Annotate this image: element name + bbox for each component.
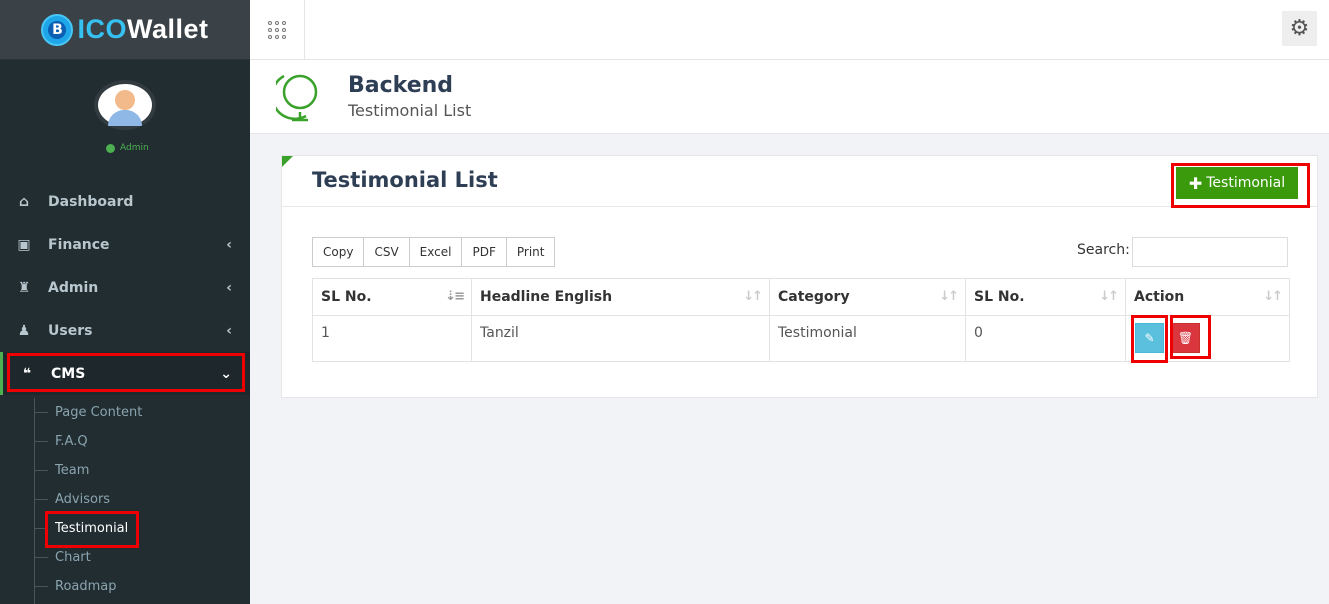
cell-category: Testimonial (769, 315, 966, 362)
plus-icon: ✚ (1188, 173, 1203, 193)
column-header-label: SL No. (321, 289, 372, 305)
column-header-sl-no[interactable]: SL No. ↓↑ (965, 278, 1126, 316)
excel-button[interactable]: Excel (408, 237, 463, 267)
sort-icon: ↓↑ (1099, 289, 1119, 304)
submenu-item-advisors[interactable]: Advisors (0, 485, 250, 514)
avatar-frame (94, 80, 156, 130)
sort-icon: ↓↑ (1263, 289, 1283, 304)
home-icon: ⌂ (18, 193, 30, 210)
pdf-button[interactable]: PDF (461, 237, 507, 267)
page-header: Backend Testimonial List (250, 60, 1329, 134)
column-header-headline[interactable]: Headline English ↓↑ (471, 278, 770, 316)
avatar-head (115, 90, 135, 110)
page-subtitle: Testimonial List (348, 101, 472, 120)
submenu-item-page-content[interactable]: Page Content (0, 398, 250, 427)
user-role: Admin (120, 143, 149, 153)
sidebar-item-admin[interactable]: ♜ Admin ‹ (0, 266, 250, 309)
money-icon: ▣ (17, 236, 31, 253)
chevron-left-icon: ‹ (226, 279, 232, 296)
sort-icon: ↓↑ (743, 289, 763, 304)
column-header-sl[interactable]: SL No. ⇣≡ (312, 278, 472, 316)
avatar-body (108, 110, 142, 126)
sidebar-item-label: Dashboard (48, 193, 134, 210)
bitcoin-logo-icon: B (41, 13, 74, 46)
sidebar-item-finance[interactable]: ▣ Finance ‹ (0, 223, 250, 266)
testimonial-panel: Testimonial List ✚ Testimonial Copy CSV … (281, 155, 1318, 398)
sort-asc-icon: ⇣≡ (445, 289, 465, 304)
add-button-label: Testimonial (1206, 175, 1286, 191)
brand-name-wallet: Wallet (127, 14, 209, 44)
cell-sl-no: 0 (965, 315, 1126, 362)
column-header-action[interactable]: Action ↓↑ (1125, 278, 1290, 316)
user-status: Admin (106, 143, 149, 153)
sidebar-item-cms[interactable]: ❝ CMS ⌄ (0, 352, 250, 395)
panel-title: Testimonial List (312, 168, 498, 192)
table-header-row: SL No. ⇣≡ Headline English ↓↑ Category ↓↑ S… (312, 278, 1290, 316)
csv-button[interactable]: CSV (363, 237, 410, 267)
settings-button[interactable]: ⚙ (1282, 11, 1317, 46)
submenu-item-label: Roadmap (55, 579, 117, 594)
globe-icon (276, 74, 318, 122)
sidebar-item-label: Users (48, 322, 93, 339)
sidebar-menu: ⌂ Dashboard ▣ Finance ‹ ♜ Admin ‹ ♟ User… (0, 180, 250, 395)
online-status-icon (106, 143, 115, 153)
chevron-left-icon: ‹ (226, 236, 232, 253)
submenu-item-label: Advisors (55, 492, 111, 507)
sidebar-item-label: Admin (48, 279, 99, 296)
submenu-item-label: Testimonial (55, 521, 129, 536)
submenu-item-testimonial[interactable]: Testimonial (0, 514, 250, 543)
avatar[interactable] (94, 80, 156, 130)
brand-logo[interactable]: B ICOWallet (0, 0, 250, 60)
user-secret-icon: ♜ (17, 279, 31, 296)
submenu-item-label: Chart (55, 550, 91, 565)
submenu-item-team[interactable]: Team (0, 456, 250, 485)
column-header-label: Headline English (480, 289, 613, 305)
sort-icon: ↓↑ (939, 289, 959, 304)
sidebar-item-label: Finance (48, 236, 110, 253)
chevron-down-icon: ⌄ (220, 365, 232, 382)
trash-icon: 🗑 (1177, 331, 1194, 345)
add-testimonial-button[interactable]: ✚ Testimonial (1176, 167, 1298, 199)
submenu-item-label: F.A.Q (55, 434, 88, 449)
cell-headline: Tanzil (471, 315, 770, 362)
sidebar-item-label: CMS (51, 365, 86, 382)
panel-header: Testimonial List ✚ Testimonial (282, 156, 1317, 207)
column-header-label: SL No. (974, 289, 1025, 305)
submenu-item-faq[interactable]: F.A.Q (0, 427, 250, 456)
grid-icon (268, 20, 286, 39)
page-title: Backend (348, 73, 454, 98)
delete-button[interactable]: 🗑 (1171, 323, 1200, 353)
apps-grid-button[interactable] (250, 0, 305, 59)
sidebar: B ICOWallet Admin ⌂ Dashboard ▣ Finance … (0, 0, 250, 604)
print-button[interactable]: Print (505, 237, 556, 267)
column-header-label: Category (778, 289, 850, 305)
column-header-category[interactable]: Category ↓↑ (769, 278, 966, 316)
search-input[interactable] (1132, 237, 1288, 267)
brand-name-ico: ICO (77, 14, 127, 44)
submenu-item-chart[interactable]: Chart (0, 543, 250, 572)
export-button-group: Copy CSV Excel PDF Print (312, 237, 556, 267)
submenu-item-label: Team (55, 463, 90, 478)
gear-icon: ⚙ (1289, 16, 1310, 41)
submenu-item-label: Page Content (55, 405, 143, 420)
brand-name: ICOWallet (77, 14, 208, 45)
sidebar-item-dashboard[interactable]: ⌂ Dashboard (0, 180, 250, 223)
copy-button[interactable]: Copy (312, 237, 365, 267)
comments-icon: ❝ (22, 365, 32, 382)
users-icon: ♟ (17, 322, 31, 339)
cell-sl: 1 (312, 315, 472, 362)
cms-submenu: Page Content F.A.Q Team Advisors Testimo… (0, 398, 250, 604)
search-label: Search: (1077, 242, 1130, 258)
chevron-left-icon: ‹ (226, 322, 232, 339)
pencil-icon: ✎ (1144, 331, 1155, 345)
top-navbar: ⚙ (250, 0, 1329, 60)
submenu-item-roadmap[interactable]: Roadmap (0, 572, 250, 601)
edit-button[interactable]: ✎ (1135, 323, 1164, 353)
sidebar-item-users[interactable]: ♟ Users ‹ (0, 309, 250, 352)
column-header-label: Action (1134, 289, 1185, 305)
